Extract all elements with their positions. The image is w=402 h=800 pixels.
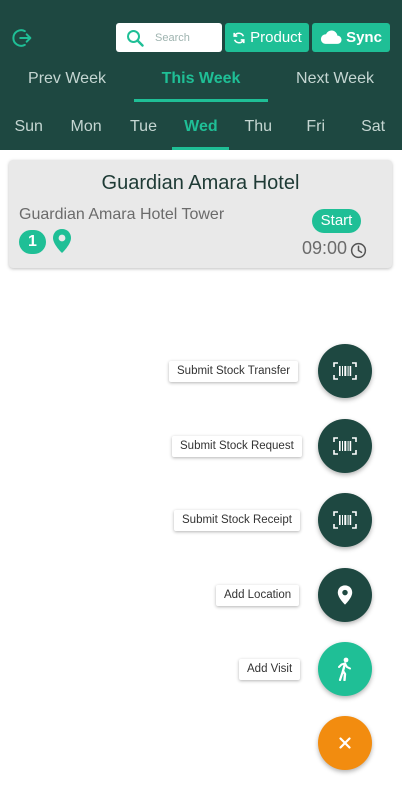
product-button[interactable]: Product (225, 23, 309, 52)
clock-icon (350, 242, 367, 259)
week-tab-indicator (134, 99, 268, 102)
submit-stock-transfer-button[interactable] (318, 344, 372, 398)
visit-card-subtitle: Guardian Amara Hotel Tower (19, 206, 225, 223)
tab-day-tue[interactable]: Tue (115, 106, 172, 148)
week-tabs: Prev Week This Week Next Week (0, 62, 402, 102)
refresh-icon (233, 31, 245, 44)
barcode-icon (333, 511, 357, 529)
tab-day-sun[interactable]: Sun (0, 106, 57, 148)
start-button[interactable]: Start (312, 209, 361, 233)
search-icon (127, 29, 144, 47)
tab-day-fri[interactable]: Fri (287, 106, 344, 148)
fab-label-stock-receipt[interactable]: Submit Stock Receipt (174, 510, 300, 531)
add-visit-button[interactable] (318, 642, 372, 696)
barcode-icon (333, 362, 357, 380)
location-pin-icon (337, 585, 353, 605)
day-tab-indicator (172, 147, 229, 150)
logout-icon[interactable] (12, 27, 34, 49)
tab-next-week[interactable]: Next Week (268, 62, 402, 98)
add-location-button[interactable] (318, 568, 372, 622)
day-tabs: Sun Mon Tue Wed Thu Fri Sat (0, 106, 402, 150)
tab-day-sat[interactable]: Sat (344, 106, 401, 148)
visit-card[interactable]: Guardian Amara Hotel Guardian Amara Hote… (9, 160, 392, 268)
product-button-label: Product (250, 29, 302, 46)
location-pin-icon[interactable] (52, 228, 72, 254)
submit-stock-request-button[interactable] (318, 419, 372, 473)
tab-prev-week[interactable]: Prev Week (0, 62, 134, 98)
visit-time: 09:00 (302, 238, 348, 258)
fab-label-stock-request[interactable]: Submit Stock Request (172, 436, 302, 457)
search-input[interactable]: Search (116, 23, 222, 52)
fab-label-stock-transfer[interactable]: Submit Stock Transfer (169, 361, 299, 382)
tab-day-wed[interactable]: Wed (172, 106, 229, 148)
submit-stock-receipt-button[interactable] (318, 493, 372, 547)
cloud-icon (320, 30, 342, 44)
barcode-icon (333, 437, 357, 455)
search-placeholder: Search (155, 31, 190, 44)
tab-day-mon[interactable]: Mon (57, 106, 114, 148)
walking-person-icon (338, 657, 351, 681)
sync-button[interactable]: Sync (312, 23, 390, 52)
fab-label-add-visit[interactable]: Add Visit (239, 659, 301, 680)
sync-button-label: Sync (346, 29, 382, 46)
tab-day-thu[interactable]: Thu (230, 106, 287, 148)
close-icon (339, 737, 351, 749)
app-header: Search Product Sync Prev Week This Week … (0, 0, 402, 150)
tab-this-week[interactable]: This Week (134, 62, 268, 98)
fab-label-add-location[interactable]: Add Location (216, 585, 300, 606)
visit-count-badge: 1 (19, 230, 46, 254)
close-fab-button[interactable] (318, 716, 372, 770)
visit-card-title: Guardian Amara Hotel (101, 172, 300, 194)
